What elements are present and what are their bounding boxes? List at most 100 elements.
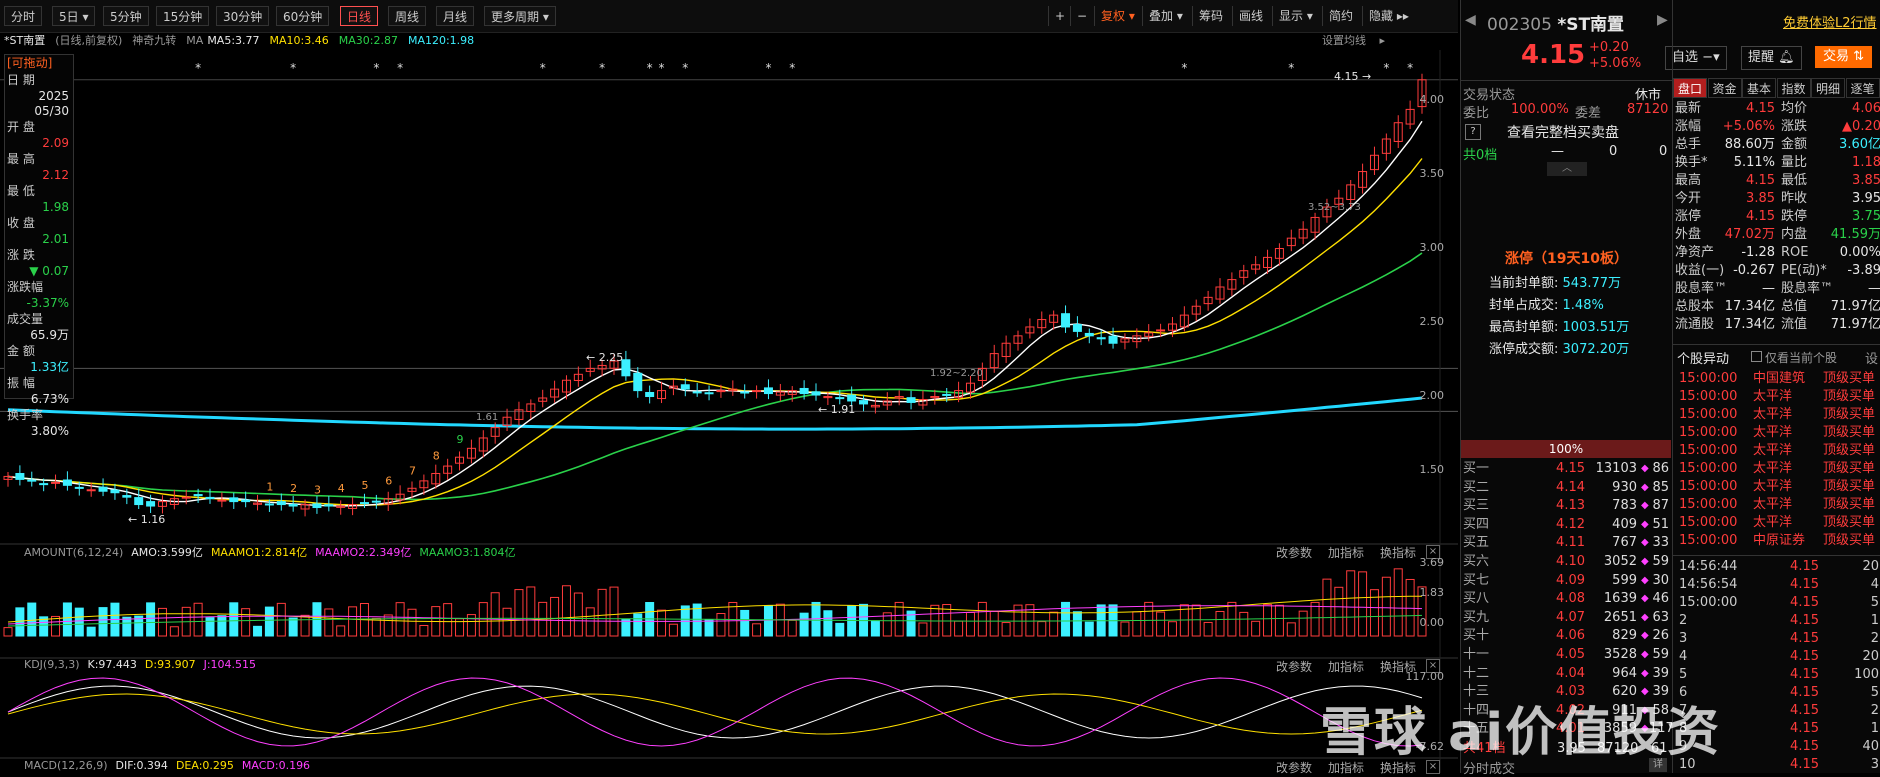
period-more[interactable]: 更多周期 ▾ xyxy=(484,6,556,26)
td-count: 7 xyxy=(409,464,416,477)
display-button[interactable]: 显示 ▾ xyxy=(1272,6,1319,26)
trade-price: 4.15 xyxy=(1790,613,1819,628)
period-5min[interactable]: 5分钟 xyxy=(103,6,149,26)
amount-bar xyxy=(954,620,964,637)
period-60min[interactable]: 60分钟 xyxy=(276,6,330,26)
mover-row[interactable]: 15:00:00 太平洋 顶级买单 xyxy=(1673,406,1880,424)
mover-row[interactable]: 15:00:00 太平洋 顶级买单 xyxy=(1673,388,1880,406)
amount-bar xyxy=(74,607,84,637)
quote-value: 17.34亿 xyxy=(1724,299,1775,314)
trade-time: 4 xyxy=(1679,649,1688,664)
close-value: 2.01 xyxy=(42,232,69,246)
period-30min[interactable]: 30分钟 xyxy=(216,6,270,26)
kdj-k-line xyxy=(7,685,1423,739)
amount-param-button[interactable]: 改参数 xyxy=(1276,546,1312,560)
tab-0[interactable]: 盘口 xyxy=(1673,78,1707,98)
amount-bar xyxy=(169,626,179,637)
amount-bar xyxy=(657,609,667,637)
kdj-param-button[interactable]: 改参数 xyxy=(1276,660,1312,674)
mover-row[interactable]: 15:00:00 太平洋 顶级买单 xyxy=(1673,442,1880,460)
period-week[interactable]: 周线 xyxy=(388,6,427,26)
amount-bar xyxy=(668,623,678,637)
candle-body xyxy=(704,392,714,395)
trade-volume: 20 xyxy=(1862,559,1879,574)
candle-body xyxy=(62,479,72,486)
mover-time: 15:00:00 xyxy=(1679,479,1738,494)
candle-body xyxy=(98,486,108,492)
kdj-k: K:97.443 xyxy=(87,658,137,671)
divider xyxy=(1673,344,1880,345)
mover-row[interactable]: 15:00:00 太平洋 顶级买单 xyxy=(1673,496,1880,514)
td-count: 6 xyxy=(385,475,392,488)
mover-row[interactable]: 15:00:00 太平洋 顶级买单 xyxy=(1673,478,1880,496)
kdj-name[interactable]: KDJ(9,3,3) xyxy=(24,658,80,671)
limit-row: 涨停成交额: 3072.20万 xyxy=(1489,338,1629,357)
trade-price: 4.15 xyxy=(1790,685,1819,700)
tab-5[interactable]: 逐笔 xyxy=(1845,78,1880,98)
macd-name[interactable]: MACD(12,26,9) xyxy=(24,759,108,772)
tab-4[interactable]: 明细 xyxy=(1811,78,1845,98)
period-15min[interactable]: 15分钟 xyxy=(156,6,210,26)
adjust-label: 复权 xyxy=(1101,9,1126,23)
quote-row: 涨停 4.15 跌停 3.75 xyxy=(1673,208,1880,226)
movers-settings-button[interactable]: 设 xyxy=(1865,348,1878,367)
quote-label: 跌停 xyxy=(1781,209,1808,224)
adjust-button[interactable]: 复权 ▾ xyxy=(1094,6,1141,26)
draw-button[interactable]: 画线 xyxy=(1232,6,1269,26)
drag-hint[interactable]: [可拖动] xyxy=(5,55,73,72)
trade-button[interactable]: 交易 ⇅ xyxy=(1815,46,1873,68)
amount-bar xyxy=(514,589,524,637)
divider xyxy=(1461,80,1673,81)
quote-value: 4.15 xyxy=(1746,101,1775,116)
open-value: 2.09 xyxy=(42,136,69,150)
trade-price: 4.15 xyxy=(1790,667,1819,682)
mover-row[interactable]: 15:00:00 太平洋 顶级买单 xyxy=(1673,424,1880,442)
movers-title[interactable]: 个股异动 xyxy=(1677,348,1729,367)
alert-button[interactable]: 提醒 🔔︎ xyxy=(1741,46,1802,70)
overlay-button[interactable]: 叠加 ▾ xyxy=(1142,6,1189,26)
period-intraday[interactable]: 分时 xyxy=(4,6,43,26)
next-stock-icon[interactable]: ▶ xyxy=(1657,12,1668,28)
zoom-in-button[interactable]: + xyxy=(1048,6,1071,26)
mover-row[interactable]: 15:00:00 中国建筑 顶级买单 xyxy=(1673,370,1880,388)
mover-row[interactable]: 15:00:00 太平洋 顶级买单 xyxy=(1673,514,1880,532)
trade-price: 4.15 xyxy=(1790,721,1819,736)
display-label: 显示 xyxy=(1279,9,1304,23)
amount-bar xyxy=(1263,604,1273,637)
candle-body xyxy=(15,473,25,480)
mover-name: 太平洋 xyxy=(1753,425,1793,440)
trade-volume: 5 xyxy=(1870,685,1879,700)
tab-1[interactable]: 资金 xyxy=(1707,78,1742,98)
mover-row[interactable]: 15:00:00 中原证券 顶级买单 xyxy=(1673,532,1880,550)
amount-bar xyxy=(561,585,571,637)
watchlist-button[interactable]: 自选 −▾ xyxy=(1665,46,1727,70)
period-5day[interactable]: 5日 ▾ xyxy=(52,6,96,26)
candle-body xyxy=(645,391,655,398)
chips-button[interactable]: 筹码 xyxy=(1192,6,1229,26)
only-current-toggle[interactable]: 仅看当前个股 xyxy=(1751,349,1837,366)
amount-add-button[interactable]: 加指标 xyxy=(1328,546,1364,560)
quote-value: -1.28 xyxy=(1741,245,1775,260)
mover-time: 15:00:00 xyxy=(1679,461,1738,476)
amount-bar xyxy=(336,625,346,637)
simple-button[interactable]: 简约 xyxy=(1322,6,1359,26)
zoom-out-button[interactable]: − xyxy=(1070,6,1093,26)
l2-trial-link[interactable]: 免费体验L2行情 xyxy=(1783,12,1877,31)
hide-button[interactable]: 隐藏 ▸▸ xyxy=(1362,6,1415,26)
period-day[interactable]: 日线 xyxy=(340,6,379,26)
amount-bar xyxy=(86,626,96,637)
limit-value: 3072.20万 xyxy=(1562,342,1630,357)
mover-row[interactable]: 15:00:00 太平洋 顶级买单 xyxy=(1673,460,1880,478)
tab-2[interactable]: 基本 xyxy=(1742,78,1776,98)
amount-bar xyxy=(15,607,25,637)
prev-stock-icon[interactable]: ◀ xyxy=(1465,12,1476,28)
quote-value: — xyxy=(1762,281,1775,296)
period-month[interactable]: 月线 xyxy=(436,6,475,26)
change-pct: +5.06% xyxy=(1589,56,1642,71)
candle-body xyxy=(264,503,274,506)
tab-3[interactable]: 指数 xyxy=(1776,78,1811,98)
kdj-add-button[interactable]: 加指标 xyxy=(1328,660,1364,674)
amount-bar xyxy=(835,622,845,637)
amount-name[interactable]: AMOUNT(6,12,24) xyxy=(24,546,123,559)
chg-label: 涨 跌 xyxy=(7,248,35,262)
